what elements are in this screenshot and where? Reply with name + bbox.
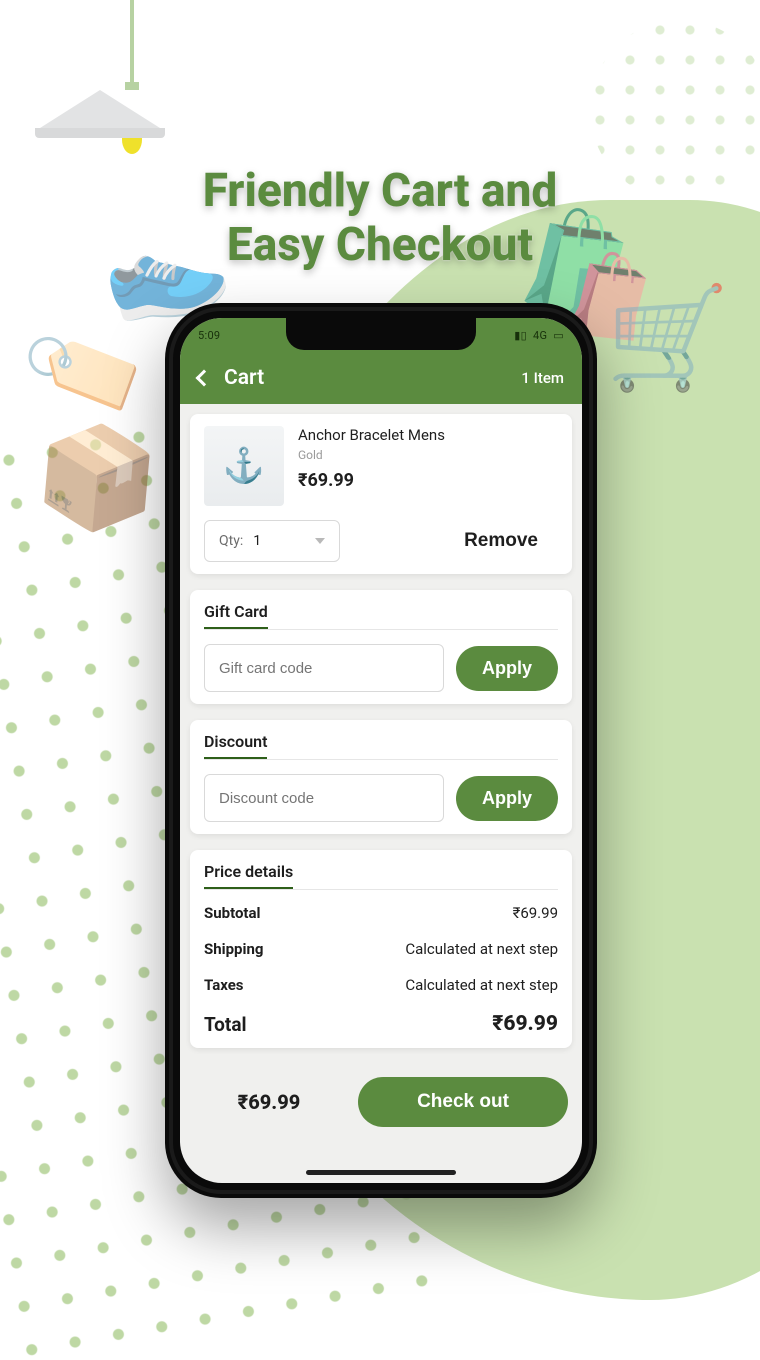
shipping-value: Calculated at next step <box>405 940 558 958</box>
gift-card-title: Gift Card <box>204 602 268 629</box>
phone-frame: 5:09 ▮▯ 4G ▭ Cart 1 Item ⚓ Anchor Bracel… <box>165 303 597 1198</box>
lamp-decoration <box>98 0 165 154</box>
taxes-value: Calculated at next step <box>405 976 558 994</box>
apply-discount-button[interactable]: Apply <box>456 776 558 821</box>
back-icon[interactable] <box>196 370 213 387</box>
price-details-section: Price details Subtotal ₹69.99 Shipping C… <box>190 850 572 1048</box>
sale-tag-icon: 🏷️ <box>13 301 159 444</box>
chevron-down-icon <box>315 538 325 544</box>
status-signal-icon: ▮▯ <box>514 329 527 342</box>
status-network: 4G <box>533 329 547 342</box>
quantity-value: 1 <box>253 533 261 549</box>
discount-section: Discount Apply <box>190 720 572 834</box>
quantity-label: Qty: <box>219 533 243 549</box>
shipping-label: Shipping <box>204 940 263 958</box>
headline-line2: Easy Checkout <box>227 218 533 272</box>
checkout-button[interactable]: Check out <box>358 1077 568 1127</box>
discount-input[interactable] <box>204 774 444 822</box>
home-indicator <box>306 1170 456 1175</box>
product-variant: Gold <box>298 448 445 462</box>
gift-card-section: Gift Card Apply <box>190 590 572 704</box>
taxes-label: Taxes <box>204 976 244 994</box>
cart-item-card: ⚓ Anchor Bracelet Mens Gold ₹69.99 Qty: … <box>190 414 572 574</box>
subtotal-value: ₹69.99 <box>513 904 558 922</box>
page-title: Cart <box>224 366 264 390</box>
product-price: ₹69.99 <box>298 470 445 491</box>
discount-title: Discount <box>204 732 267 759</box>
product-thumbnail[interactable]: ⚓ <box>204 426 284 506</box>
remove-button[interactable]: Remove <box>444 524 558 558</box>
status-time: 5:09 <box>198 329 220 342</box>
gift-card-input[interactable] <box>204 644 444 692</box>
page-headline: Friendly Cart and Easy Checkout <box>0 164 760 273</box>
phone-screen: 5:09 ▮▯ 4G ▭ Cart 1 Item ⚓ Anchor Bracel… <box>180 318 582 1183</box>
price-details-title: Price details <box>204 862 293 889</box>
phone-notch <box>286 318 476 350</box>
checkout-bar: ₹69.99 Check out <box>180 1077 582 1127</box>
product-name: Anchor Bracelet Mens <box>298 426 445 444</box>
footer-total: ₹69.99 <box>194 1090 344 1114</box>
cart-item-count: 1 Item <box>521 369 564 387</box>
quantity-selector[interactable]: Qty: 1 <box>204 520 340 562</box>
total-label: Total <box>204 1013 247 1036</box>
screen-content: ⚓ Anchor Bracelet Mens Gold ₹69.99 Qty: … <box>180 404 582 1154</box>
total-value: ₹69.99 <box>492 1012 558 1036</box>
headline-line1: Friendly Cart and <box>203 164 558 218</box>
status-battery-icon: ▭ <box>553 329 564 342</box>
apply-gift-card-button[interactable]: Apply <box>456 646 558 691</box>
app-bar: Cart 1 Item <box>180 352 582 404</box>
subtotal-label: Subtotal <box>204 904 261 922</box>
